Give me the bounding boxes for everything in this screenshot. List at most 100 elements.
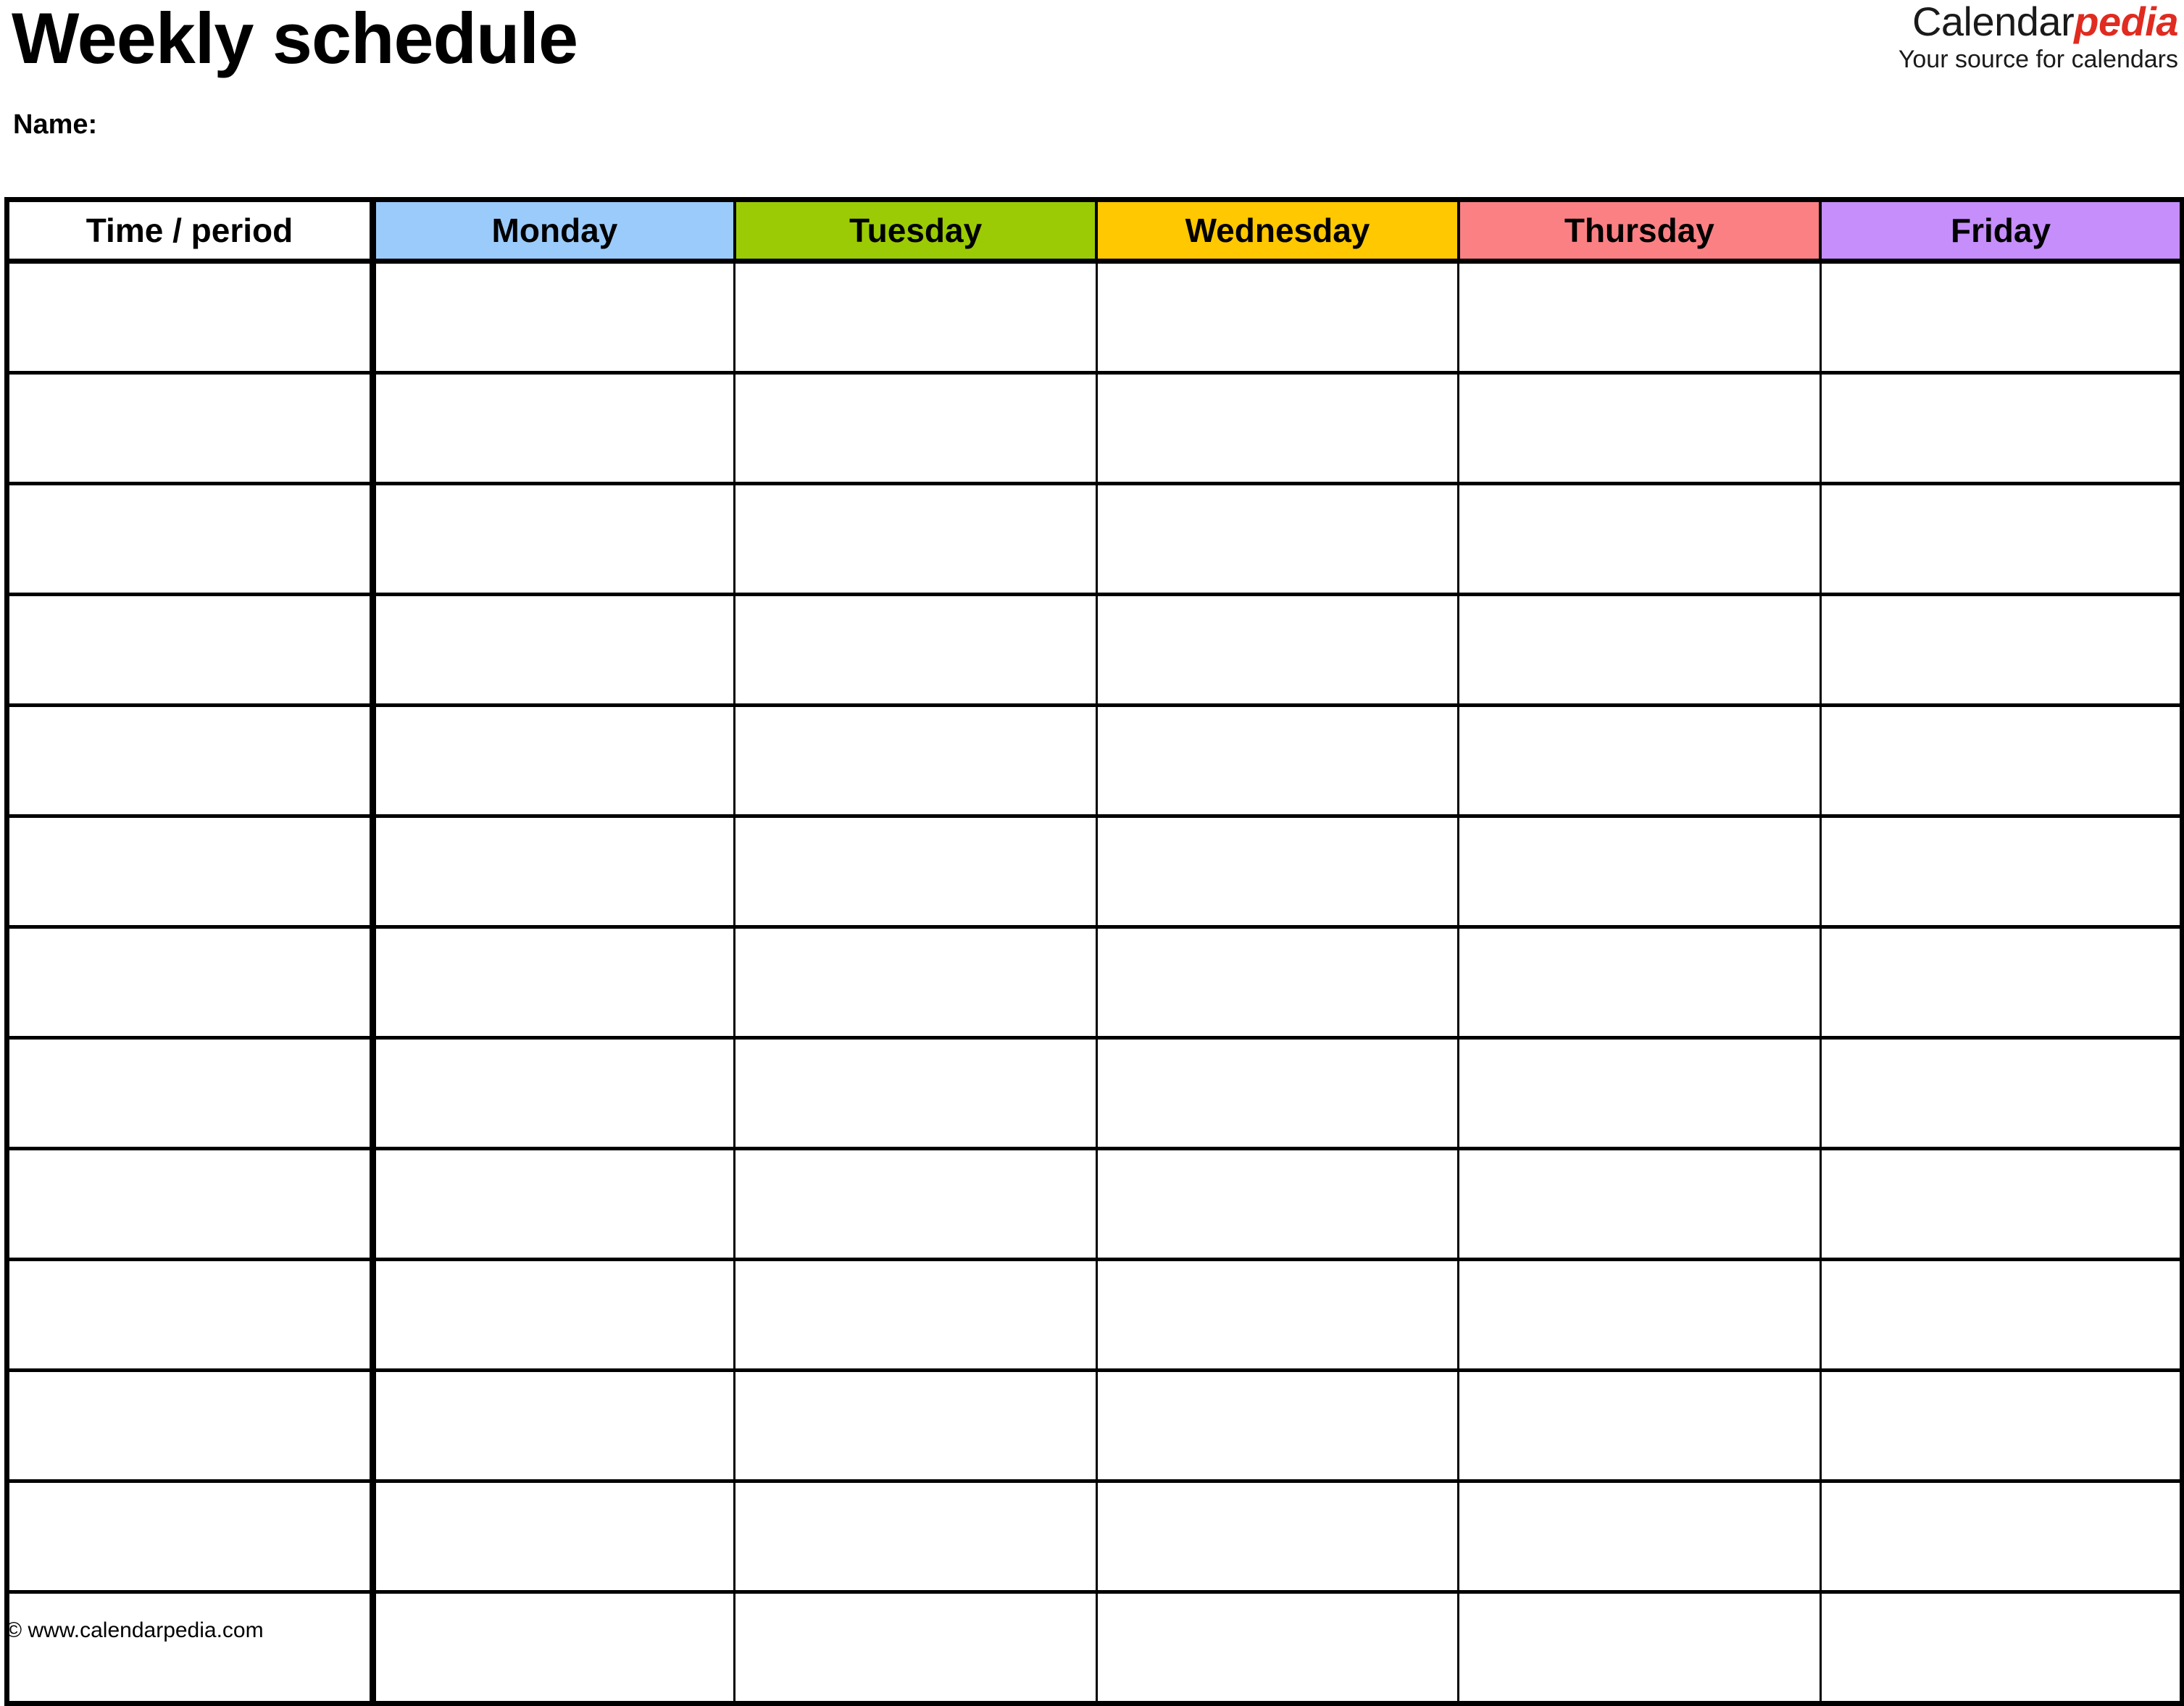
time-period-cell[interactable]	[4, 1037, 376, 1150]
schedule-cell-monday[interactable]	[371, 705, 736, 818]
time-period-cell[interactable]	[4, 816, 376, 929]
schedule-cell-wednesday[interactable]	[1095, 1148, 1460, 1261]
time-period-cell[interactable]	[4, 1370, 376, 1483]
time-period-cell[interactable]	[4, 261, 376, 375]
schedule-cell-monday[interactable]	[371, 1037, 736, 1150]
schedule-cell-tuesday[interactable]	[733, 372, 1098, 485]
schedule-cell-thursday[interactable]	[1457, 1148, 1822, 1261]
schedule-cell-wednesday[interactable]	[1095, 261, 1460, 375]
table-header-row: Time / period Monday Tuesday Wednesday Thurs…	[4, 197, 2184, 264]
schedule-cell-monday[interactable]	[371, 594, 736, 707]
schedule-cell-monday[interactable]	[371, 1481, 736, 1594]
schedule-cell-thursday[interactable]	[1457, 1481, 1822, 1594]
schedule-cell-friday[interactable]	[1819, 1037, 2184, 1150]
schedule-cell-monday[interactable]	[371, 483, 736, 596]
schedule-cell-tuesday[interactable]	[733, 816, 1098, 929]
schedule-cell-wednesday[interactable]	[1095, 594, 1460, 707]
table-row	[4, 261, 2184, 375]
table-row	[4, 483, 2184, 596]
brand-wordmark: Calendarpedia	[1899, 0, 2179, 44]
time-period-cell[interactable]	[4, 705, 376, 818]
schedule-cell-thursday[interactable]	[1457, 816, 1822, 929]
schedule-cell-tuesday[interactable]	[733, 927, 1098, 1040]
column-header-wednesday: Wednesday	[1095, 197, 1460, 264]
schedule-cell-tuesday[interactable]	[733, 1259, 1098, 1372]
schedule-cell-wednesday[interactable]	[1095, 1370, 1460, 1483]
schedule-cell-friday[interactable]	[1819, 1259, 2184, 1372]
weekly-schedule-table: Time / period Monday Tuesday Wednesday Thurs…	[4, 197, 2184, 1706]
schedule-cell-friday[interactable]	[1819, 816, 2184, 929]
footer-copyright: © www.calendarpedia.com	[6, 1618, 264, 1642]
table-row	[4, 594, 2184, 707]
schedule-cell-thursday[interactable]	[1457, 1259, 1822, 1372]
schedule-cell-wednesday[interactable]	[1095, 483, 1460, 596]
time-period-cell[interactable]	[4, 927, 376, 1040]
table-row	[4, 705, 2184, 818]
schedule-cell-monday[interactable]	[371, 816, 736, 929]
schedule-cell-tuesday[interactable]	[733, 705, 1098, 818]
time-period-cell[interactable]	[4, 1148, 376, 1261]
schedule-cell-friday[interactable]	[1819, 594, 2184, 707]
schedule-cell-wednesday[interactable]	[1095, 1259, 1460, 1372]
schedule-cell-friday[interactable]	[1819, 261, 2184, 375]
schedule-cell-tuesday[interactable]	[733, 1037, 1098, 1150]
schedule-cell-friday[interactable]	[1819, 372, 2184, 485]
schedule-cell-monday[interactable]	[371, 372, 736, 485]
time-period-cell[interactable]	[4, 1259, 376, 1372]
schedule-cell-monday[interactable]	[371, 1370, 736, 1483]
schedule-cell-friday[interactable]	[1819, 1370, 2184, 1483]
brand-tagline: Your source for calendars	[1898, 46, 2178, 73]
schedule-cell-tuesday[interactable]	[733, 1370, 1098, 1483]
schedule-cell-tuesday[interactable]	[733, 1481, 1098, 1594]
schedule-cell-friday[interactable]	[1819, 705, 2184, 818]
schedule-cell-friday[interactable]	[1819, 1481, 2184, 1594]
schedule-cell-thursday[interactable]	[1457, 261, 1822, 375]
column-header-monday: Monday	[371, 197, 736, 264]
weekly-schedule-page: Weekly schedule Name: Calendarpedia Your…	[0, 0, 2184, 1706]
schedule-cell-tuesday[interactable]	[733, 261, 1098, 375]
schedule-cell-tuesday[interactable]	[733, 1148, 1098, 1261]
table-row	[4, 1148, 2184, 1261]
table-row	[4, 816, 2184, 929]
schedule-cell-friday[interactable]	[1819, 483, 2184, 596]
page-title: Weekly schedule	[12, 0, 578, 78]
column-header-thursday: Thursday	[1456, 197, 1822, 264]
schedule-cell-thursday[interactable]	[1457, 1037, 1822, 1150]
table-row	[4, 1370, 2184, 1483]
time-period-cell[interactable]	[4, 594, 376, 707]
schedule-cell-wednesday[interactable]	[1095, 705, 1460, 818]
schedule-cell-monday[interactable]	[371, 1259, 736, 1372]
schedule-cell-wednesday[interactable]	[1095, 1037, 1460, 1150]
schedule-cell-wednesday[interactable]	[1095, 927, 1460, 1040]
calendarpedia-logo: Calendarpedia Your source for calendars	[1898, 0, 2179, 73]
schedule-cell-thursday[interactable]	[1457, 372, 1822, 485]
table-row	[4, 1259, 2184, 1372]
table-row	[4, 1037, 2184, 1150]
schedule-cell-monday[interactable]	[371, 1148, 736, 1261]
schedule-cell-thursday[interactable]	[1457, 1370, 1822, 1483]
table-row	[4, 927, 2184, 1040]
schedule-cell-wednesday[interactable]	[1095, 372, 1460, 485]
schedule-cell-wednesday[interactable]	[1095, 1481, 1460, 1594]
brand-name-primary: Calendar	[1912, 0, 2075, 44]
schedule-cell-friday[interactable]	[1819, 1148, 2184, 1261]
schedule-cell-monday[interactable]	[371, 927, 736, 1040]
schedule-cell-thursday[interactable]	[1457, 927, 1822, 1040]
brand-name-accent: pedia	[2074, 0, 2178, 44]
page-header: Weekly schedule Name: Calendarpedia Your…	[0, 0, 2184, 197]
schedule-cell-tuesday[interactable]	[733, 483, 1098, 596]
schedule-cell-wednesday[interactable]	[1095, 816, 1460, 929]
column-header-time: Time / period	[4, 197, 376, 264]
schedule-cell-thursday[interactable]	[1457, 483, 1822, 596]
schedule-cell-monday[interactable]	[371, 261, 736, 375]
time-period-cell[interactable]	[4, 372, 376, 485]
time-period-cell[interactable]	[4, 483, 376, 596]
schedule-cell-thursday[interactable]	[1457, 705, 1822, 818]
schedule-cell-tuesday[interactable]	[733, 594, 1098, 707]
table-body	[4, 261, 2184, 1706]
table-row	[4, 1481, 2184, 1594]
column-header-tuesday: Tuesday	[733, 197, 1099, 264]
time-period-cell[interactable]	[4, 1481, 376, 1594]
schedule-cell-friday[interactable]	[1819, 927, 2184, 1040]
schedule-cell-thursday[interactable]	[1457, 594, 1822, 707]
